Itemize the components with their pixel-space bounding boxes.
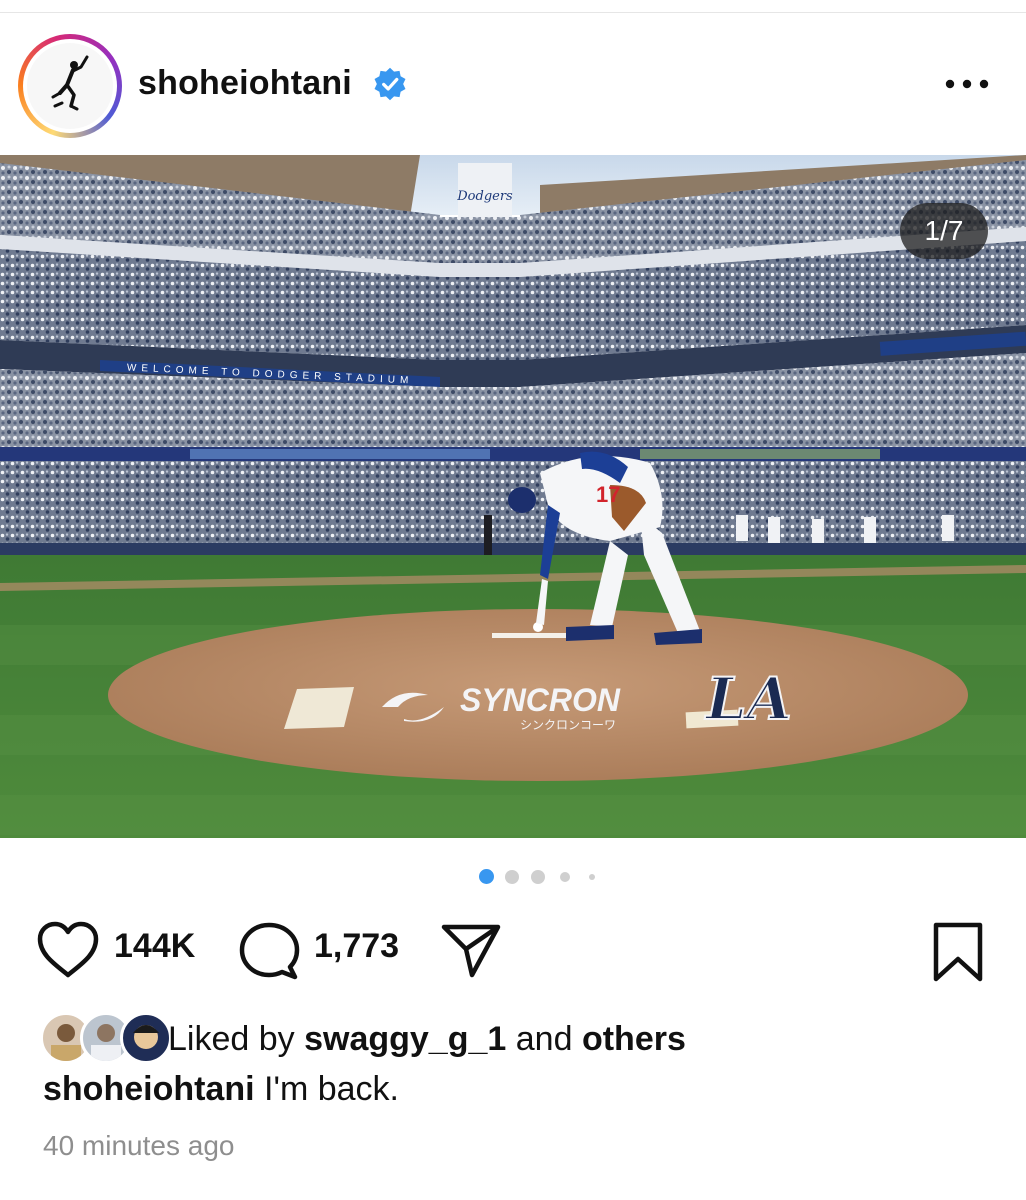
caption-username[interactable]: shoheiohtani: [43, 1070, 255, 1108]
avatar-image: [27, 43, 113, 129]
liked-by-row[interactable]: Liked by swaggy_g_1 and others: [40, 1012, 1020, 1064]
post-caption: shoheiohtani I'm back.: [43, 1070, 399, 1109]
liked-by-label: Liked by: [168, 1020, 295, 1058]
carousel-dot: [505, 870, 519, 884]
profile-avatar[interactable]: [18, 34, 122, 138]
comment-count[interactable]: 1,773: [314, 927, 399, 966]
post-header: shoheiohtani: [0, 30, 1026, 140]
more-horizontal-icon[interactable]: [942, 74, 992, 94]
post-photo[interactable]: Dodgers WELCOME TO DODGER STADIUM SYNCRO…: [0, 155, 1026, 838]
bookmark-icon[interactable]: [932, 921, 984, 983]
carousel-dot: [589, 874, 595, 880]
scoreboard-text: Dodgers: [456, 189, 513, 204]
mound-sponsor-subtext: シンクロンコーワ: [520, 718, 616, 732]
post-timestamp: 40 minutes ago: [43, 1130, 235, 1161]
mound-sponsor-text: SYNCRON: [460, 682, 621, 718]
carousel-dot: [560, 872, 570, 882]
liked-by-others[interactable]: others: [582, 1020, 686, 1058]
carousel-dot-active: [479, 869, 494, 884]
liker-avatar: [120, 1012, 172, 1064]
carousel-dot: [531, 870, 545, 884]
caption-text: I'm back.: [264, 1070, 399, 1108]
liked-by-conjunction: and: [515, 1020, 573, 1058]
heart-icon[interactable]: [36, 921, 100, 979]
comment-icon[interactable]: [238, 921, 300, 981]
like-count[interactable]: 144K: [114, 927, 195, 966]
stadium-photo: Dodgers WELCOME TO DODGER STADIUM SYNCRO…: [0, 155, 1026, 838]
slide-counter: 1/7: [900, 203, 988, 259]
header-username[interactable]: shoheiohtani: [138, 64, 352, 103]
jersey-number: 17: [596, 482, 620, 507]
send-icon[interactable]: [440, 923, 502, 979]
liker-username[interactable]: swaggy_g_1: [304, 1020, 506, 1058]
action-bar: 144K 1,773: [0, 915, 1026, 985]
verified-badge-icon: [374, 67, 406, 101]
carousel-indicator[interactable]: [0, 869, 1026, 885]
batter-silhouette-icon: [51, 55, 89, 111]
top-divider: [0, 12, 1026, 13]
mound-team-logo: LA: [704, 665, 792, 733]
